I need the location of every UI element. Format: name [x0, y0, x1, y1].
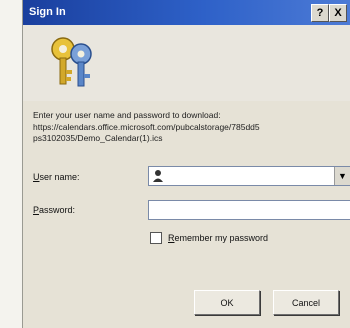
keys-icon — [51, 37, 92, 87]
username-combobox[interactable]: ▼ — [148, 166, 350, 186]
window-title: Sign In — [29, 6, 66, 18]
title-bar[interactable]: Sign In ? X — [23, 0, 350, 25]
password-label: Password: — [33, 205, 75, 215]
username-label: User name: — [33, 172, 80, 182]
remember-label-text: emember my password — [174, 233, 269, 243]
cancel-button[interactable]: Cancel — [273, 290, 339, 315]
remember-password-option[interactable]: Remember my password — [150, 232, 268, 244]
help-button[interactable]: ? — [311, 4, 329, 22]
remember-password-label: Remember my password — [168, 233, 268, 243]
sign-in-dialog: Sign In ? X Enter your user name and pas… — [22, 0, 350, 328]
password-label-text: assword: — [39, 205, 76, 215]
ok-button[interactable]: OK — [194, 290, 260, 315]
username-dropdown-button[interactable]: ▼ — [334, 167, 350, 185]
user-icon — [153, 170, 163, 182]
username-label-text: ser name: — [39, 172, 80, 182]
download-prompt: Enter your user name and password to dow… — [33, 110, 260, 143]
chevron-down-icon: ▼ — [338, 171, 347, 181]
password-field[interactable] — [148, 200, 350, 220]
close-button[interactable]: X — [329, 4, 347, 22]
remember-password-checkbox[interactable] — [150, 232, 162, 244]
